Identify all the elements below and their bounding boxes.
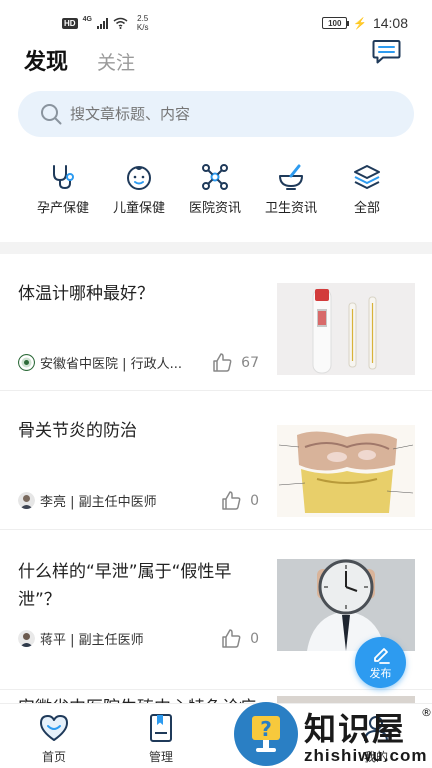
chat-icon[interactable] bbox=[372, 39, 401, 65]
heart-smile-icon bbox=[40, 715, 68, 741]
speed-unit: K/s bbox=[136, 23, 149, 32]
watermark-registered: ® bbox=[421, 706, 432, 719]
molecule-icon bbox=[202, 164, 228, 190]
article-meta: 李亮 | 副主任中医师 bbox=[18, 491, 157, 510]
stethoscope-icon bbox=[53, 165, 74, 190]
nav-home[interactable]: 首页 bbox=[14, 713, 94, 765]
network-speed: 2.5 K/s bbox=[137, 14, 149, 32]
thermometer-photo[interactable] bbox=[277, 283, 415, 375]
like-button[interactable]: 0 bbox=[221, 490, 259, 511]
article-meta: 安徽省中医院 | 行政人... bbox=[18, 353, 182, 372]
search-icon bbox=[41, 104, 62, 125]
tab-follow[interactable]: 关注 bbox=[97, 48, 135, 75]
site-watermark: ? 知识屋 ® zhishiwu.com bbox=[234, 702, 432, 768]
app-screen: HD 4G 2.5 K/s 100 ⚡ 14:08 发现 关注 搜文章标题、内容… bbox=[0, 0, 432, 768]
article-author: 安徽省中医院 | 行政人... bbox=[40, 357, 183, 372]
article-card[interactable]: 骨关节炎的防治 李亮 | 副主任中医师 0 bbox=[0, 391, 432, 530]
article-author: 蒋平 | 副主任医师 bbox=[40, 633, 144, 648]
category-row: 孕产保健 儿童保健 医院资讯 卫生资讯 全部 bbox=[0, 163, 432, 219]
publish-button[interactable]: 发布 bbox=[355, 637, 406, 688]
like-count: 0 bbox=[250, 630, 259, 647]
man-holding-clock-photo[interactable] bbox=[277, 559, 415, 651]
wifi-icon bbox=[113, 17, 128, 29]
like-count: 67 bbox=[241, 354, 259, 371]
nav-label: 管理 bbox=[148, 750, 173, 764]
search-input[interactable] bbox=[70, 105, 370, 123]
thumbs-up-icon bbox=[222, 629, 241, 648]
layers-icon bbox=[354, 165, 380, 189]
article-title[interactable]: 骨关节炎的防治 bbox=[18, 417, 258, 445]
battery-icon: 100 bbox=[322, 17, 350, 29]
charging-icon: ⚡ bbox=[353, 17, 367, 30]
knee-joint-illustration[interactable] bbox=[277, 425, 415, 517]
status-left: HD 4G 2.5 K/s bbox=[62, 14, 148, 32]
like-button[interactable]: 67 bbox=[212, 352, 259, 373]
hd-badge: HD bbox=[62, 17, 78, 29]
network-type: 4G bbox=[82, 15, 92, 23]
search-bar[interactable] bbox=[18, 91, 414, 137]
nav-label: 首页 bbox=[41, 750, 66, 764]
avatar bbox=[18, 630, 35, 647]
nav-manage[interactable]: 管理 bbox=[121, 713, 201, 765]
article-author: 李亮 | 副主任中医师 bbox=[40, 495, 157, 510]
tab-discover[interactable]: 发现 bbox=[24, 44, 68, 76]
article-title[interactable]: 什么样的“早泄”属于“假性早泄”？ bbox=[18, 558, 258, 614]
notebook-icon bbox=[150, 714, 172, 742]
watermark-domain: zhishiwu.com bbox=[304, 746, 428, 765]
pen-icon bbox=[373, 648, 390, 664]
article-title[interactable]: 体温计哪种最好？ bbox=[18, 280, 258, 308]
thumbs-up-icon bbox=[213, 353, 232, 372]
like-button[interactable]: 0 bbox=[221, 628, 259, 649]
category-all[interactable]: 全部 bbox=[322, 163, 412, 216]
status-right: 100 ⚡ 14:08 bbox=[322, 15, 408, 31]
status-bar: HD 4G 2.5 K/s 100 ⚡ 14:08 bbox=[0, 0, 432, 40]
article-meta: 蒋平 | 副主任医师 bbox=[18, 629, 144, 648]
publish-label: 发布 bbox=[369, 667, 392, 680]
watermark-logo: ? bbox=[234, 702, 298, 766]
like-count: 0 bbox=[250, 492, 259, 509]
avatar bbox=[18, 354, 35, 371]
clock: 14:08 bbox=[372, 15, 408, 31]
signal-icon bbox=[96, 17, 108, 29]
article-card[interactable]: 体温计哪种最好？ 安徽省中医院 | 行政人... 67 bbox=[0, 254, 432, 391]
speed-value: 2.5 bbox=[137, 14, 149, 23]
svg-text:?: ? bbox=[260, 717, 272, 741]
mortar-pestle-icon bbox=[279, 164, 303, 190]
thumbs-up-icon bbox=[222, 491, 241, 510]
baby-face-icon bbox=[127, 166, 151, 190]
avatar bbox=[18, 492, 35, 509]
category-label: 全部 bbox=[353, 201, 380, 216]
section-divider bbox=[0, 242, 432, 254]
watermark-brand: 知识屋 bbox=[304, 710, 407, 748]
